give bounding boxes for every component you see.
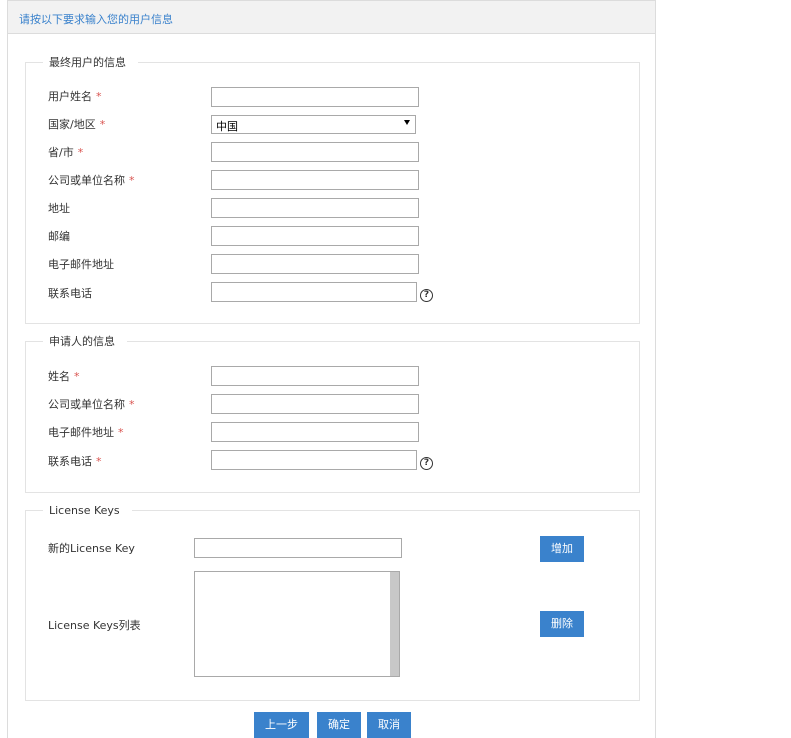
applicant-company-input[interactable] — [211, 394, 419, 414]
end-user-company-label: 公司或单位名称 * — [48, 174, 135, 187]
license-keys-list-label: License Keys列表 — [48, 619, 141, 632]
prev-step-button[interactable]: 上一步 — [254, 712, 309, 738]
applicant-phone-label: 联系电话 * — [48, 455, 102, 468]
chevron-down-icon — [404, 120, 410, 125]
help-icon[interactable]: ? — [420, 289, 433, 302]
new-license-key-label: 新的License Key — [48, 542, 135, 555]
list-scrollbar[interactable] — [390, 572, 399, 676]
end-user-name-input[interactable] — [211, 87, 419, 107]
applicant-email-label: 电子邮件地址 * — [48, 426, 124, 439]
license-keys-legend: License Keys — [43, 503, 132, 519]
applicant-email-input[interactable] — [211, 422, 419, 442]
new-license-key-input[interactable] — [194, 538, 402, 558]
delete-key-button[interactable]: 删除 — [540, 611, 584, 637]
applicant-section: 申请人的信息 — [25, 334, 640, 493]
province-input[interactable] — [211, 142, 419, 162]
country-select[interactable]: 中国 — [211, 115, 416, 134]
end-user-phone-label: 联系电话 — [48, 287, 92, 300]
end-user-email-input[interactable] — [211, 254, 419, 274]
postcode-input[interactable] — [211, 226, 419, 246]
province-label: 省/市 * — [48, 146, 84, 159]
end-user-name-label: 用户姓名 * — [48, 90, 102, 103]
applicant-name-label: 姓名 * — [48, 370, 80, 383]
applicant-legend: 申请人的信息 — [43, 334, 127, 350]
help-icon[interactable]: ? — [420, 457, 433, 470]
applicant-company-label: 公司或单位名称 * — [48, 398, 135, 411]
applicant-name-input[interactable] — [211, 366, 419, 386]
address-input[interactable] — [211, 198, 419, 218]
country-label: 国家/地区 * — [48, 118, 106, 131]
add-key-button[interactable]: 增加 — [540, 536, 584, 562]
country-select-value: 中国 — [216, 120, 238, 133]
end-user-phone-input[interactable] — [211, 282, 417, 302]
applicant-phone-input[interactable] — [211, 450, 417, 470]
license-keys-list[interactable] — [194, 571, 400, 677]
ok-button[interactable]: 确定 — [317, 712, 361, 738]
end-user-company-input[interactable] — [211, 170, 419, 190]
end-user-email-label: 电子邮件地址 — [48, 258, 114, 271]
panel-title: 请按以下要求输入您的用户信息 — [19, 13, 173, 26]
cancel-button[interactable]: 取消 — [367, 712, 411, 738]
postcode-label: 邮编 — [48, 230, 70, 243]
end-user-legend: 最终用户的信息 — [43, 55, 138, 71]
address-label: 地址 — [48, 202, 70, 215]
panel-header: 请按以下要求输入您的用户信息 — [8, 1, 655, 34]
